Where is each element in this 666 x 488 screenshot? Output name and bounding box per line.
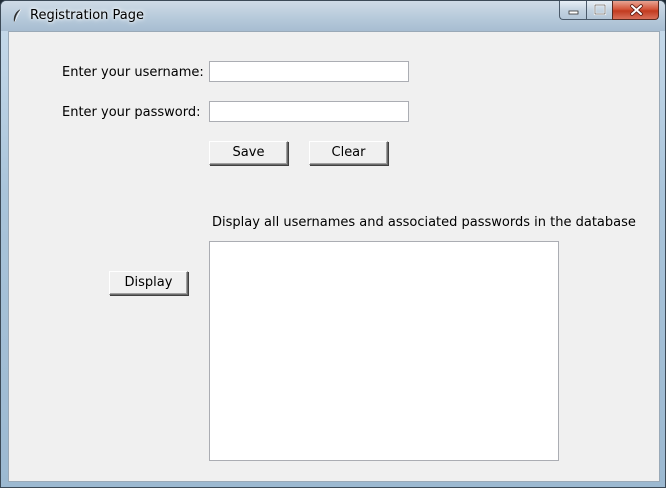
close-icon <box>630 4 643 16</box>
feather-icon <box>11 8 23 24</box>
display-caption: Display all usernames and associated pas… <box>212 215 636 230</box>
close-button[interactable] <box>612 1 659 20</box>
clear-button[interactable]: Clear <box>309 141 388 165</box>
password-field[interactable] <box>209 101 409 122</box>
title-bar[interactable]: Registration Page <box>1 1 665 31</box>
username-label: Enter your username: <box>62 65 204 80</box>
client-area: Enter your username: Enter your password… <box>8 31 660 482</box>
credentials-listbox[interactable] <box>209 241 559 461</box>
minimize-icon <box>568 10 579 15</box>
save-button[interactable]: Save <box>209 141 288 165</box>
display-button[interactable]: Display <box>109 271 188 295</box>
maximize-button[interactable] <box>586 1 612 20</box>
window-controls <box>559 1 659 21</box>
username-field[interactable] <box>209 61 409 82</box>
password-label: Enter your password: <box>62 105 201 120</box>
window-title: Registration Page <box>30 8 144 23</box>
app-window: Registration Page Enter your username: E… <box>0 0 666 488</box>
minimize-button[interactable] <box>559 1 586 20</box>
maximize-icon <box>593 3 607 16</box>
